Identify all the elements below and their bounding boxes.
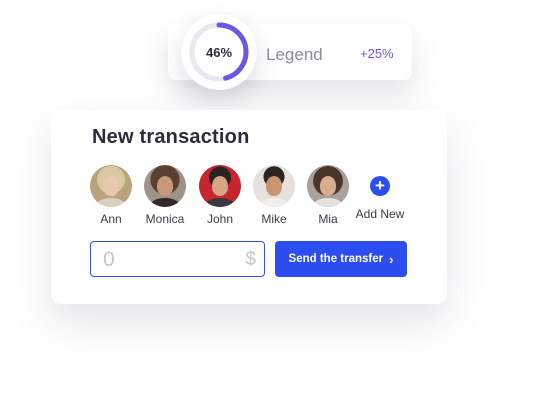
progress-percent: 46% (205, 44, 233, 60)
contact-john[interactable]: John (190, 165, 250, 226)
contact-monica[interactable]: Monica (135, 165, 195, 226)
avatar (253, 165, 295, 207)
transaction-title: New transaction (92, 126, 250, 148)
contact-name: Mia (318, 212, 338, 226)
amount-input[interactable] (101, 247, 240, 273)
amount-field[interactable]: $ (90, 241, 265, 277)
add-new-label: Add New (355, 207, 405, 221)
add-new-contact[interactable]: + Add New (350, 165, 410, 221)
contact-mike[interactable]: Mike (244, 165, 304, 226)
contact-name: John (206, 212, 234, 226)
contact-mia[interactable]: Mia (298, 165, 358, 226)
legend-label: Legend (266, 45, 323, 64)
contact-name: Monica (145, 212, 185, 226)
avatar (199, 165, 241, 207)
send-transfer-button[interactable]: Send the transfer › (275, 241, 407, 277)
plus-icon[interactable]: + (370, 176, 390, 196)
avatar (144, 165, 186, 207)
progress-gauge: 46% (181, 14, 257, 90)
chevron-right-icon: › (389, 251, 394, 267)
avatar (307, 165, 349, 207)
currency-symbol: $ (245, 249, 256, 270)
contact-name: Mike (261, 212, 287, 226)
send-transfer-label: Send the transfer (288, 253, 384, 265)
avatar (90, 165, 132, 207)
contact-ann[interactable]: Ann (81, 165, 141, 226)
legend-delta: +25% (360, 46, 394, 61)
contact-name: Ann (100, 212, 122, 226)
